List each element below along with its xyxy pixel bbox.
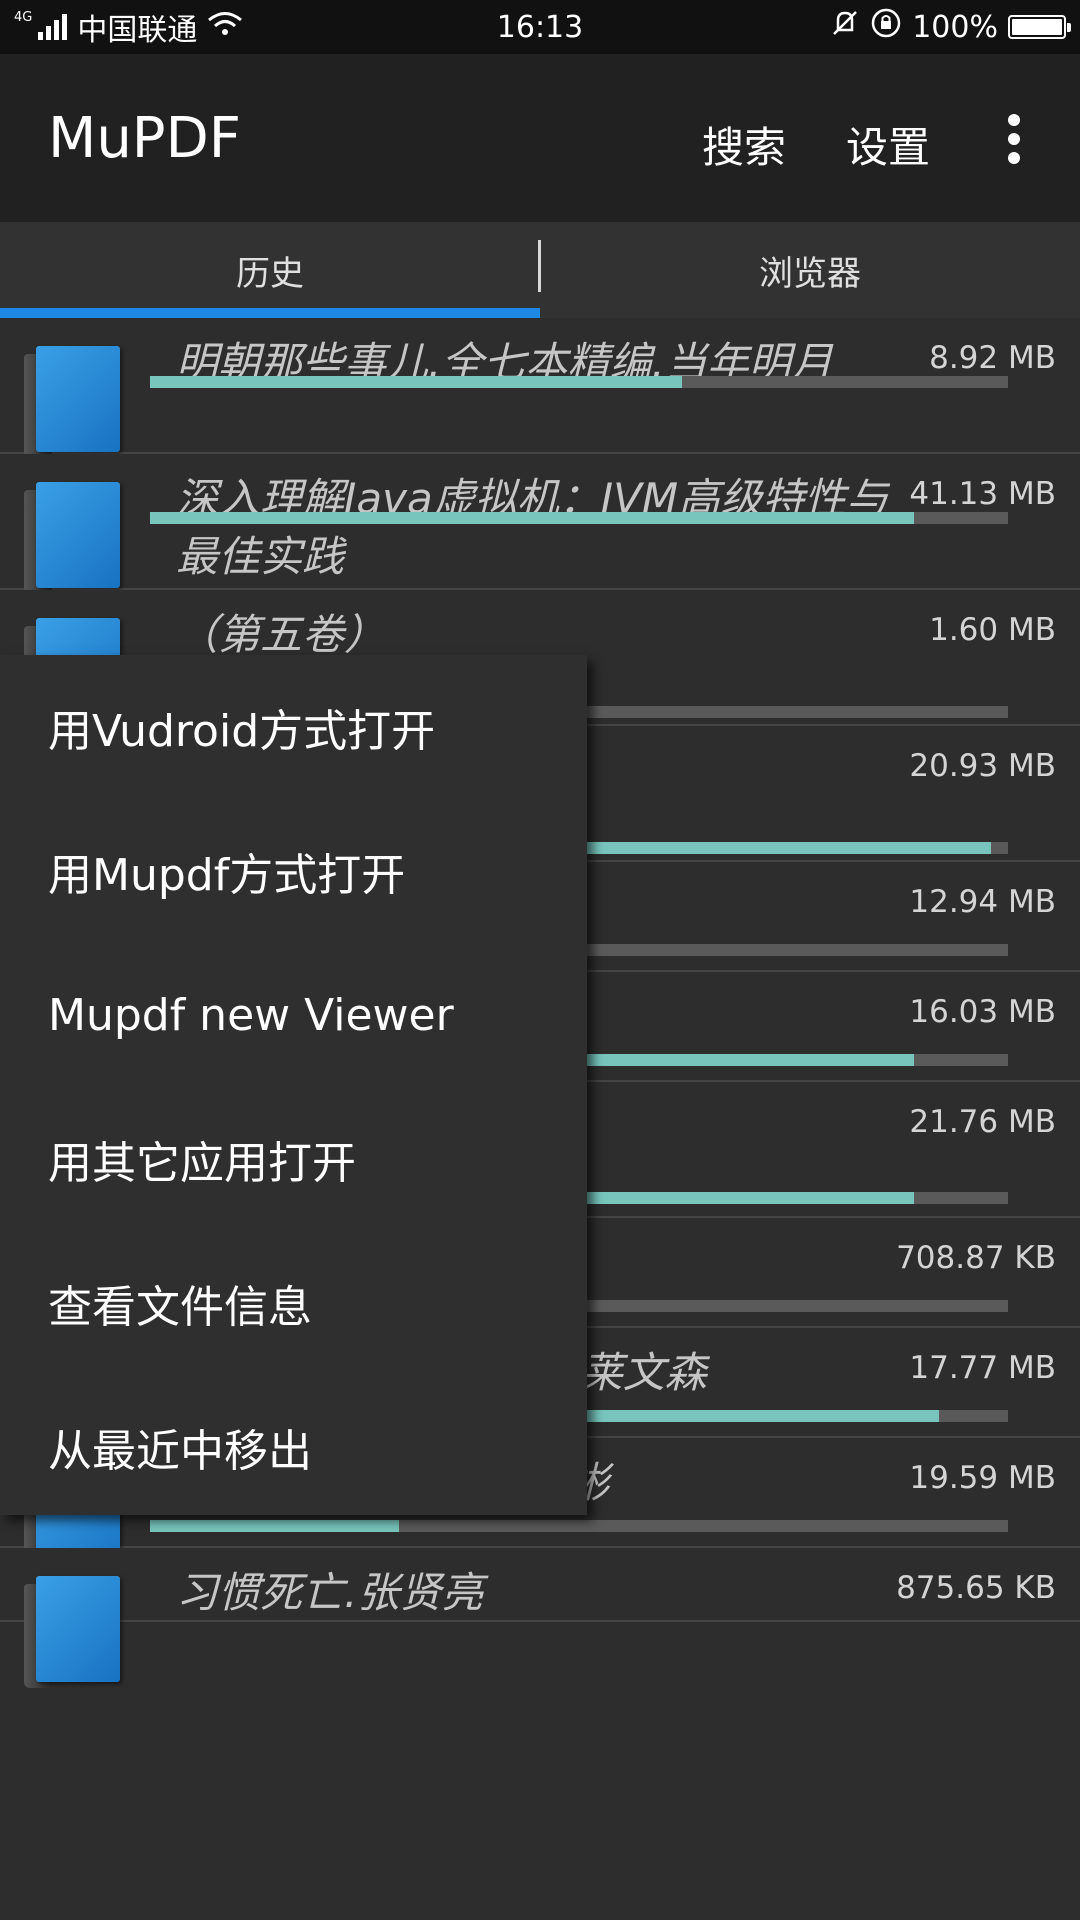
tab-divider <box>538 240 541 292</box>
status-time: 16:13 <box>496 10 584 45</box>
file-size: 41.13 MB <box>909 476 1056 512</box>
menu-open-mupdf[interactable]: 用Mupdf方式打开 <box>0 799 587 943</box>
tab-history[interactable]: 历史 <box>0 222 540 318</box>
overflow-menu-icon[interactable] <box>1004 114 1024 164</box>
read-progress-bar <box>150 512 1008 524</box>
status-right: 100% <box>830 7 1071 47</box>
file-size: 8.92 MB <box>929 340 1056 376</box>
file-size: 20.93 MB <box>909 748 1056 784</box>
context-menu: 用Vudroid方式打开 用Mupdf方式打开 Mupdf new Viewer… <box>0 655 587 1515</box>
list-item[interactable]: 明朝那些事儿.全七本精编.当年明月 8.92 MB <box>0 318 1080 458</box>
menu-remove-recent[interactable]: 从最近中移出 <box>0 1375 587 1519</box>
file-size: 12.94 MB <box>909 884 1056 920</box>
rotation-lock-icon <box>870 7 902 47</box>
menu-mupdf-new-viewer[interactable]: Mupdf new Viewer <box>0 943 587 1087</box>
read-progress-fill <box>150 1520 399 1532</box>
list-item[interactable]: 深入理解Java虚拟机：JVM高级特性与最佳实践 41.13 MB <box>0 454 1080 594</box>
read-progress-bar <box>150 376 1008 388</box>
status-left: 4G 中国联通 <box>14 5 243 49</box>
file-title: 习惯死亡.张贤亮 <box>176 1568 484 1617</box>
file-size: 17.77 MB <box>909 1350 1056 1386</box>
file-size: 19.59 MB <box>909 1460 1056 1496</box>
tab-bar: 历史 浏览器 <box>0 222 1080 319</box>
tab-browser[interactable]: 浏览器 <box>540 222 1080 318</box>
file-size: 1.60 MB <box>929 612 1056 648</box>
read-progress-fill <box>150 376 682 388</box>
app-title: MuPDF <box>48 106 241 171</box>
settings-button[interactable]: 设置 <box>846 114 930 175</box>
battery-icon <box>1008 15 1071 39</box>
file-size: 875.65 KB <box>896 1570 1056 1606</box>
read-progress-fill <box>150 512 914 524</box>
read-progress-bar <box>150 1520 1008 1532</box>
signal-icon <box>38 14 68 40</box>
status-bar: 4G 中国联通 16:13 100% <box>0 0 1080 54</box>
file-size: 16.03 MB <box>909 994 1056 1030</box>
file-size: 21.76 MB <box>909 1104 1056 1140</box>
search-button[interactable]: 搜索 <box>702 114 786 175</box>
battery-percent: 100% <box>912 9 998 45</box>
app-bar: MuPDF 搜索 设置 <box>0 54 1080 222</box>
menu-file-info[interactable]: 查看文件信息 <box>0 1231 587 1375</box>
menu-open-other-app[interactable]: 用其它应用打开 <box>0 1087 587 1231</box>
mute-icon <box>830 8 860 46</box>
network-type: 4G <box>14 9 33 25</box>
book-icon <box>24 346 120 458</box>
carrier-name: 中国联通 <box>77 13 198 48</box>
book-icon <box>24 1576 120 1688</box>
list-item[interactable]: 习惯死亡.张贤亮 875.65 KB <box>0 1548 1080 1688</box>
file-size: 708.87 KB <box>896 1240 1056 1276</box>
menu-open-vudroid[interactable]: 用Vudroid方式打开 <box>0 655 587 799</box>
file-title: 深入理解Java虚拟机：JVM高级特性与最佳实践 <box>176 474 889 581</box>
book-icon <box>24 482 120 594</box>
wifi-icon <box>207 10 243 45</box>
